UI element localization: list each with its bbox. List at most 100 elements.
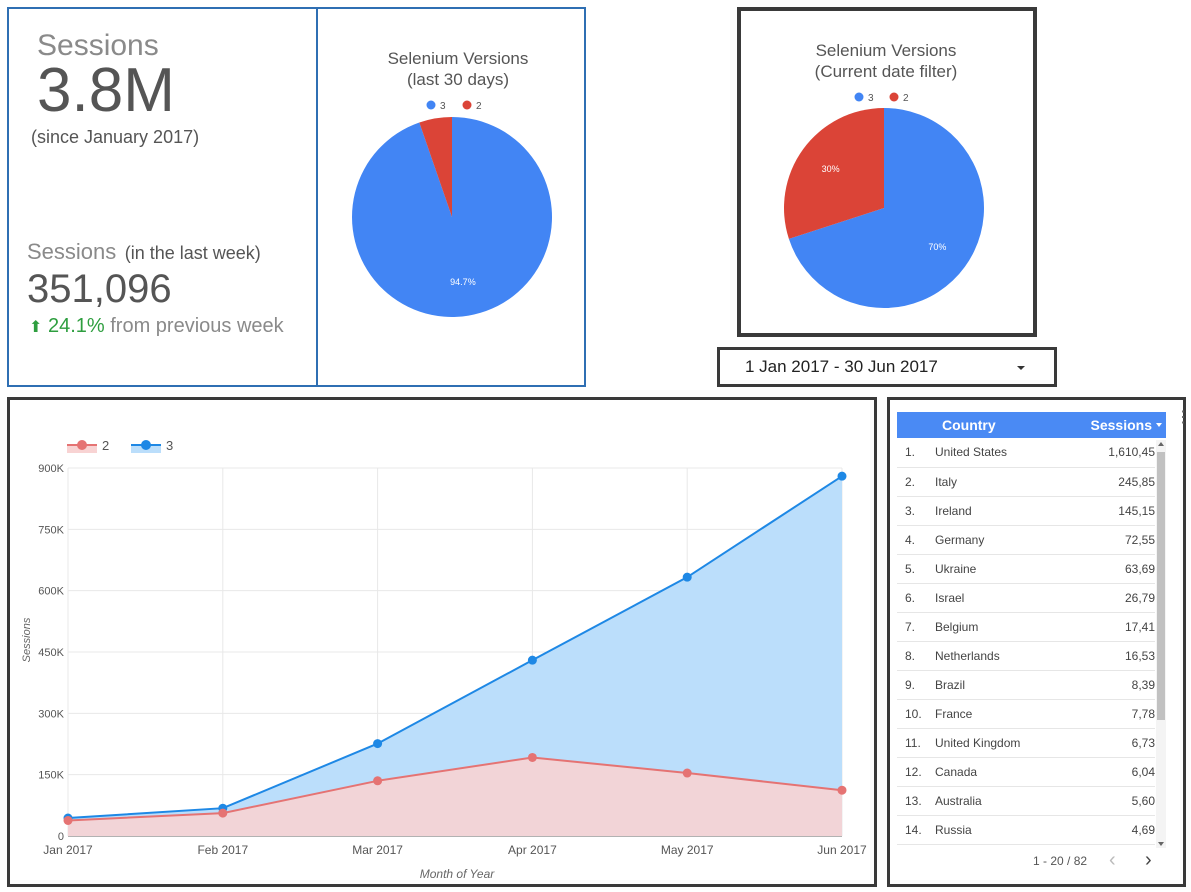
scroll-up-arrow[interactable] [1158,442,1164,446]
row-country: France [935,706,973,721]
total-sessions-note: (since January 2017) [31,127,200,147]
area-chart-panel: 2 3 0 150K 300K 450K 600K 750K 900K Jan 2017 Fe… [7,397,877,887]
next-page-chevron-right-icon[interactable]: › [1145,849,1152,872]
pie2-slices [784,108,984,308]
date-range-label: 1 Jan 2017 - 30 Jun 2017 [745,357,938,376]
point-series-3 [682,572,692,582]
pie1-title-line2: (last 30 days) [407,70,509,89]
row-country: Australia [935,793,982,808]
scroll-down-arrow[interactable] [1158,842,1164,846]
table-row[interactable]: 10. France 7,78 [897,699,1155,728]
pie1-title-line1: Selenium Versions [388,49,529,68]
row-sessions: 8,39 [1131,677,1155,692]
legend-2-label: 2 [102,438,109,453]
pie2-data-label-2: 30% [822,164,840,174]
week-change: ⬆ 24.1% from previous week [29,315,284,338]
row-rank: 11. [905,735,921,750]
table-row[interactable]: 5. Ukraine 63,69 [897,554,1155,583]
date-range-dropdown[interactable]: 1 Jan 2017 - 30 Jun 2017 [717,347,1057,387]
table-row[interactable]: 13. Australia 5,60 [897,786,1155,815]
scorecard-panel: Sessions 3.8M (since January 2017) Sessi… [7,7,318,387]
pie2-title-line1: Selenium Versions [816,41,957,60]
y-axis-ticks: 0 150K 300K 450K 600K 750K 900K [38,463,64,843]
week-sessions-label: Sessions [27,239,117,264]
table-row[interactable]: 8. Netherlands 16,53 [897,641,1155,670]
table-row[interactable]: 9. Brazil 8,39 [897,670,1155,699]
x-axis-ticks: Jan 2017 Feb 2017 Mar 2017 Apr 2017 May 2017… [43,843,867,857]
point-series-2 [218,808,228,818]
row-country: Germany [935,532,985,547]
table-row[interactable]: 12. Canada 6,04 [897,757,1155,786]
y-tick-label: 450K [38,647,64,659]
table-row[interactable]: 4. Germany 72,55 [897,525,1155,554]
total-sessions-value: 3.8M [37,56,175,125]
table-row[interactable]: 14. Russia 4,69 [897,815,1155,844]
table-row[interactable]: 1. United States 1,610,45 [897,438,1155,467]
row-rank: 9. [905,677,916,692]
week-change-value: 24.1% [47,315,105,337]
row-rank: 4. [905,532,916,547]
y-tick-label: 900K [38,463,64,475]
point-series-3 [837,471,847,481]
row-country: Italy [935,474,958,489]
pie-last30-chart: Selenium Versions (last 30 days) 3 2 94.… [352,49,552,317]
y-tick-label: 750K [38,524,64,536]
table-row[interactable]: 3. Ireland 145,15 [897,496,1155,525]
country-table: 1. United States 1,610,45 2. Italy 245,85 3. Ir… [897,438,1155,845]
row-sessions: 7,78 [1131,706,1155,721]
row-rank: 8. [905,648,916,663]
row-country: Russia [935,822,972,837]
table-row[interactable]: 7. Belgium 17,41 [897,612,1155,641]
row-rank: 5. [905,561,916,576]
row-rank: 13. [905,793,922,808]
row-country: Israel [935,590,965,605]
legend-3-marker [141,440,151,450]
table-header: Country Sessions [897,412,1166,438]
pie-current-panel: Selenium Versions (Current date filter) … [737,7,1037,337]
pie1-legend-3-swatch [426,100,436,110]
row-country: Belgium [935,619,979,634]
row-rank: 10. [905,706,922,721]
x-tick-label: Jan 2017 [43,843,93,857]
legend-3-label: 3 [166,438,173,453]
pie1-legend-2-label: 2 [476,101,482,112]
row-sessions: 145,15 [1118,503,1155,518]
scrollbar-thumb[interactable] [1157,452,1165,720]
x-tick-label: Apr 2017 [508,843,557,857]
area-chart: 2 3 0 150K 300K 450K 600K 750K 900K Jan 2017 Fe… [21,438,867,881]
week-sessions-note: (in the last week) [124,243,261,263]
table-row[interactable]: 6. Israel 26,79 [897,583,1155,612]
point-series-3 [373,739,383,749]
row-country: United States [935,445,1008,460]
pie2-legend-3-label: 3 [868,93,874,104]
pie1-data-label-3: 94.7% [450,277,476,287]
point-series-3 [527,655,537,665]
prev-page-chevron-left-icon[interactable]: ‹ [1109,849,1116,872]
pie1-legend-2-swatch [462,100,472,110]
week-change-text: from previous week [110,315,284,337]
point-series-2 [373,776,383,786]
row-rank: 6. [905,590,916,605]
pie-last30-panel: Selenium Versions (last 30 days) 3 2 94.… [316,7,586,387]
table-scrollbar[interactable] [1156,440,1166,848]
row-sessions: 6,73 [1131,735,1155,750]
row-country: Ireland [935,503,972,518]
area-fills [68,476,842,836]
pie2-legend-2-swatch [889,92,899,102]
row-rank: 3. [905,503,916,518]
row-sessions: 5,60 [1131,793,1155,808]
sort-desc-icon[interactable] [1156,423,1162,427]
point-series-2 [63,815,73,825]
row-sessions: 245,85 [1118,474,1155,489]
point-series-2 [527,752,537,762]
column-header-country[interactable]: Country [942,417,996,433]
legend-2-marker [77,440,87,450]
more-options-icon[interactable]: ⋮ [1175,410,1191,435]
table-row[interactable]: 2. Italy 245,85 [897,467,1155,496]
row-rank: 7. [905,619,916,634]
row-sessions: 1,610,45 [1108,445,1155,460]
column-header-sessions[interactable]: Sessions [1091,417,1152,433]
pie2-data-label-3: 70% [928,242,946,252]
row-sessions: 16,53 [1124,648,1155,663]
table-row[interactable]: 11. United Kingdom 6,73 [897,728,1155,757]
